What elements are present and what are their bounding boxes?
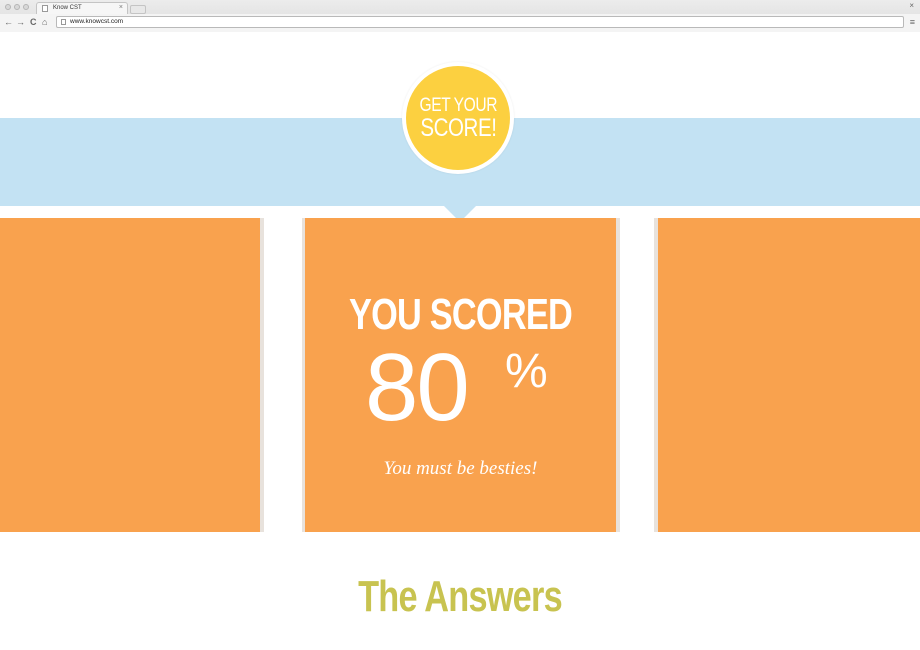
minimize-window-dot[interactable]	[14, 4, 20, 10]
menu-icon[interactable]: ≡	[910, 17, 915, 27]
reload-icon[interactable]: C	[30, 17, 37, 27]
score-card: YOU SCORED 80 % You must be besties!	[302, 218, 620, 532]
new-tab-button[interactable]	[130, 5, 146, 14]
badge-line-1: GET YOUR	[419, 94, 497, 116]
card-right	[654, 218, 920, 532]
forward-icon[interactable]: →	[16, 17, 25, 27]
close-window-dot[interactable]	[5, 4, 11, 10]
tab-title: Know CST	[53, 5, 82, 11]
answers-heading: The Answers	[358, 572, 563, 621]
tab-close-icon[interactable]: ×	[119, 4, 123, 11]
page-icon	[42, 5, 48, 12]
page-icon	[61, 19, 66, 25]
home-icon[interactable]: ⌂	[42, 17, 47, 27]
score-percent-sign: %	[505, 345, 548, 398]
browser-tab[interactable]: Know CST ×	[36, 2, 128, 14]
browser-chrome: Know CST × × ← → C ⌂ www.knowcst.com ≡	[0, 0, 920, 32]
score-message: You must be besties!	[383, 458, 538, 479]
browser-toolbar: ← → C ⌂ www.knowcst.com ≡	[0, 14, 920, 32]
back-icon[interactable]: ←	[4, 17, 13, 27]
address-url: www.knowcst.com	[70, 18, 124, 25]
maximize-window-dot[interactable]	[23, 4, 29, 10]
score-title: YOU SCORED	[349, 290, 573, 339]
badge-line-2: SCORE!	[419, 113, 497, 142]
get-score-badge[interactable]: GET YOUR SCORE!	[406, 66, 510, 170]
card-left	[0, 218, 264, 532]
score-value: 80	[365, 334, 470, 441]
window-close-icon[interactable]: ×	[909, 1, 914, 10]
address-bar[interactable]: www.knowcst.com	[56, 16, 904, 28]
page-content: GET YOUR SCORE! YOU SCORED 80 % You must…	[0, 32, 920, 650]
